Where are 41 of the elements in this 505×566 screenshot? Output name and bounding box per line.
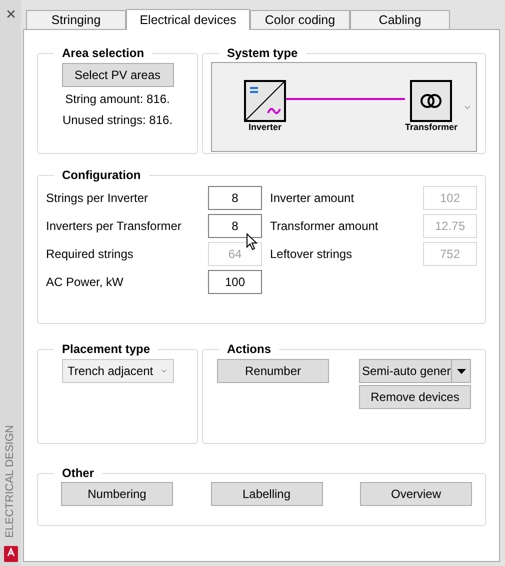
other-button[interactable]: Labelling [210,482,322,506]
group-title: Actions [226,341,272,358]
remove-devices-button[interactable]: Remove devices [359,385,471,409]
field-label: AC Power, kW [46,274,124,291]
cursor-icon [246,233,258,251]
group-title: Configuration [61,167,142,184]
info-text: Unused strings: 816. [62,112,173,129]
chevron-down-icon [160,367,168,375]
tab[interactable]: Electrical devices [126,9,250,30]
app-logo-icon [4,546,18,562]
node-label: Inverter [248,122,282,134]
field-label: Inverters per Transformer [46,218,182,235]
field-label: Transformer amount [269,218,380,235]
number-field[interactable]: 8 [208,186,262,210]
tab[interactable]: Color coding [250,10,350,29]
split-button[interactable]: Semi-auto gener [359,359,471,383]
close-icon[interactable] [4,8,16,20]
field-label: Strings per Inverter [46,190,150,207]
dropdown-arrow-icon[interactable] [456,368,466,374]
number-field[interactable]: 100 [208,270,262,294]
other-button[interactable]: Numbering [61,482,173,506]
sidebar-title: ELECTRICAL DESIGN [3,425,18,538]
select-areas-button[interactable]: Select PV areas [62,63,174,87]
field-label: Leftover strings [269,246,354,263]
info-text: String amount: 816. [65,91,170,108]
transformer-icon [410,80,452,122]
field-label: Inverter amount [269,190,356,207]
inverter-icon [244,80,286,122]
renumber-button[interactable]: Renumber [217,359,329,383]
tab[interactable]: Stringing [26,10,126,29]
placement-dropdown[interactable]: Trench adjacent [62,359,174,383]
node-label: Transformer [405,122,458,134]
system-diagram[interactable]: Inverter Transformer [211,62,477,152]
group-title: System type [226,45,299,62]
field-label: Required strings [46,246,134,263]
group-title: Placement type [61,341,152,358]
other-button[interactable]: Overview [360,482,472,506]
tab[interactable]: Cabling [350,10,450,29]
number-field[interactable]: 8 [208,214,262,238]
group-title: Other [61,465,96,482]
group-title: Area selection [61,45,146,62]
